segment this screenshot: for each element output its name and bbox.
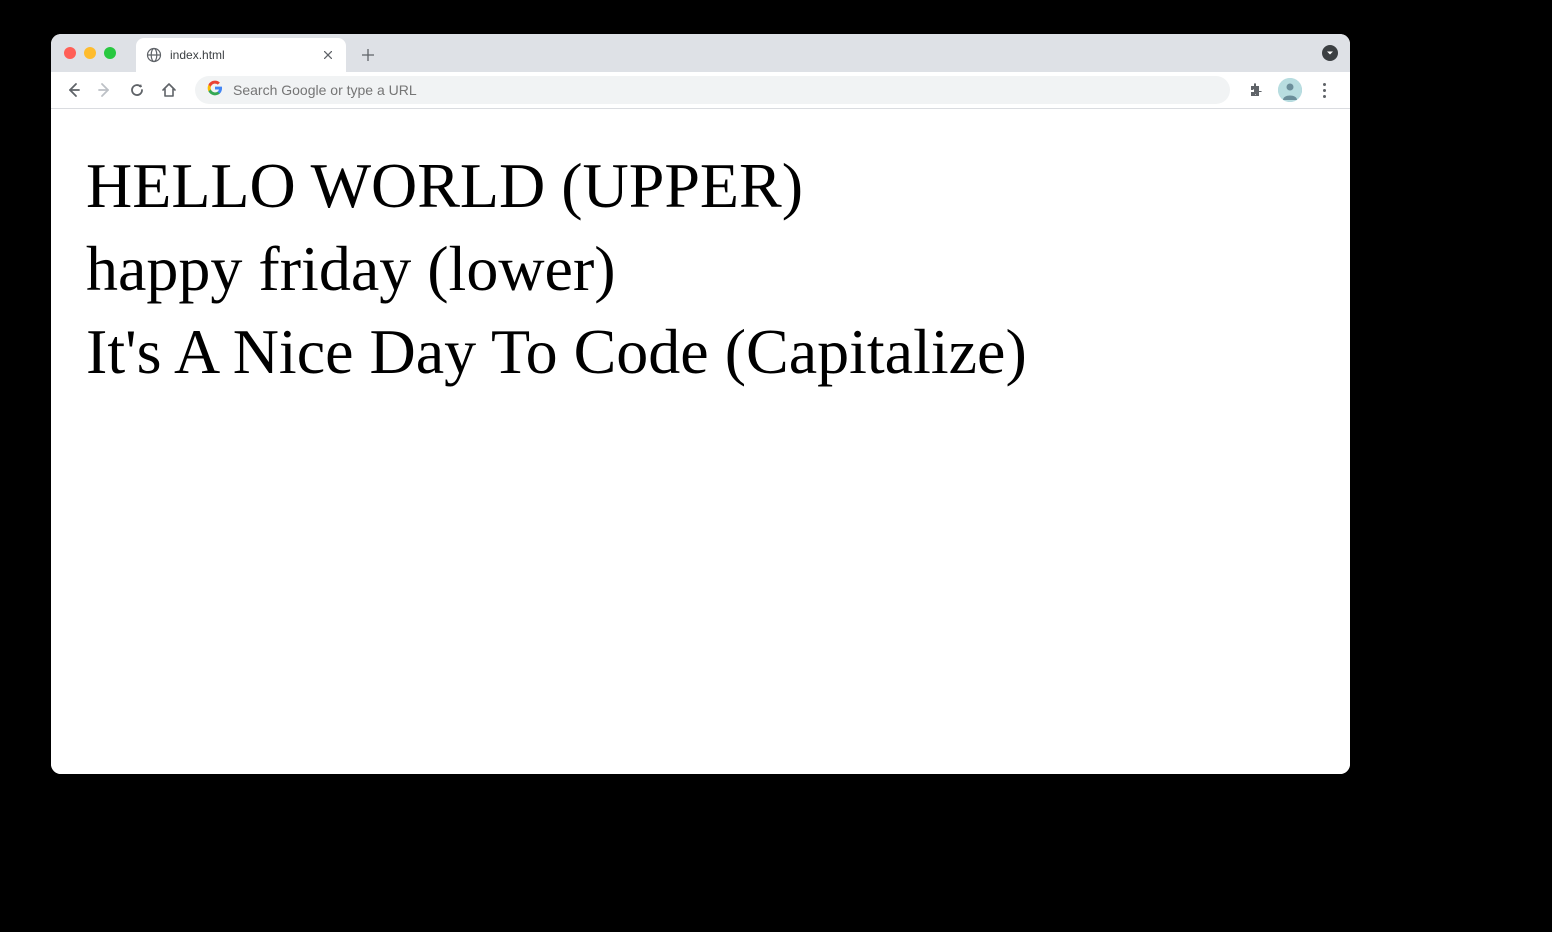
profile-avatar-button[interactable] xyxy=(1278,78,1302,102)
google-icon xyxy=(207,80,223,101)
chrome-menu-button[interactable] xyxy=(1310,76,1338,104)
toolbar xyxy=(51,72,1350,109)
heading-upper: HELLO WORLD (UPPER) xyxy=(86,144,1315,227)
page-content: HELLO WORLD (UPPER) happy friday (lower)… xyxy=(51,109,1350,774)
close-window-button[interactable] xyxy=(64,47,76,59)
back-button[interactable] xyxy=(59,76,87,104)
home-button[interactable] xyxy=(155,76,183,104)
browser-window: index.html xyxy=(51,34,1350,774)
new-tab-button[interactable] xyxy=(354,41,382,69)
close-tab-button[interactable] xyxy=(320,47,336,63)
heading-capitalize: It's A Nice Day To Code (Capitalize) xyxy=(86,310,1315,393)
globe-icon xyxy=(146,47,162,63)
titlebar-right xyxy=(1322,45,1338,61)
extensions-button[interactable] xyxy=(1242,76,1270,104)
url-input[interactable] xyxy=(233,82,1218,98)
maximize-window-button[interactable] xyxy=(104,47,116,59)
forward-button[interactable] xyxy=(91,76,119,104)
browser-tab[interactable]: index.html xyxy=(136,38,346,72)
window-controls xyxy=(51,47,116,59)
tab-search-button[interactable] xyxy=(1322,45,1338,61)
tab-strip: index.html xyxy=(136,34,382,72)
toolbar-right xyxy=(1242,76,1342,104)
minimize-window-button[interactable] xyxy=(84,47,96,59)
address-bar[interactable] xyxy=(195,76,1230,104)
heading-lower: happy friday (lower) xyxy=(86,227,1315,310)
titlebar: index.html xyxy=(51,34,1350,72)
tab-title: index.html xyxy=(170,48,312,62)
reload-button[interactable] xyxy=(123,76,151,104)
